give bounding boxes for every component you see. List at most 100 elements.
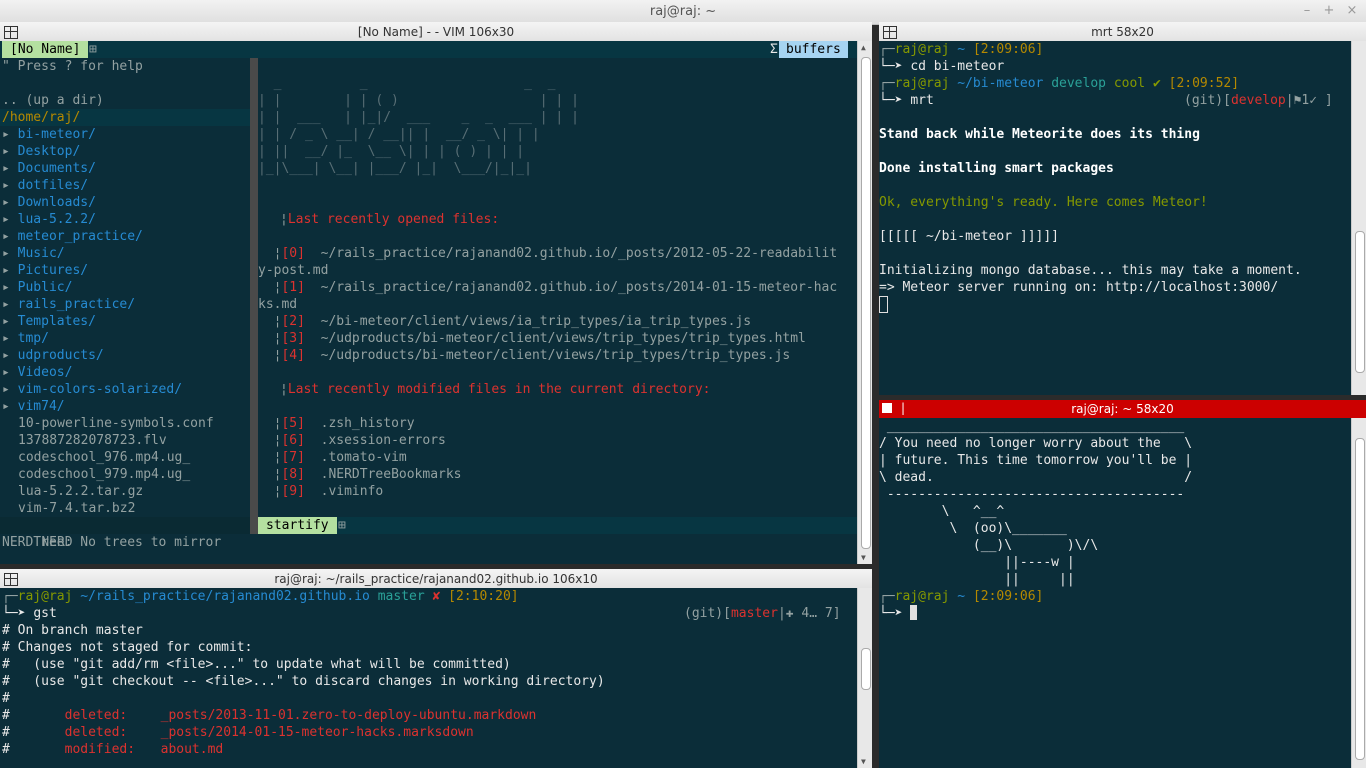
cow-cmd-line[interactable]: └─➤ [879, 605, 1366, 622]
scroll-up-icon[interactable]: ▲ [861, 43, 866, 52]
nerdtree-dir-label: Downloads/ [17, 195, 96, 210]
vim-pane[interactable]: [No Name] ⊞ Σ buffers " Press ? for help… [0, 41, 872, 564]
status-separator-icon: ⊞ [338, 518, 346, 533]
entry-gutter: ¦ [258, 416, 282, 431]
nerdtree-updir[interactable]: .. (up a dir) [0, 92, 250, 109]
mrt-cmd-2: └─➤ mrt (git)[develop|⚑1✓ ] [879, 93, 1333, 108]
vim-tab-current[interactable]: [No Name] [2, 41, 89, 58]
nerdtree-dir[interactable]: ▸ Desktop/ [0, 143, 250, 160]
git-change-file: _posts/2014-01-15-meteor-hacks.marksdown [160, 725, 474, 740]
nerdtree-file[interactable]: codeschool_976.mp4.ug_ [0, 449, 250, 466]
git-pane[interactable]: ┌─raj@raj ~/rails_practice/rajanand02.gi… [0, 588, 872, 768]
chevron-right-icon: ▸ [2, 314, 18, 329]
startify-entry[interactable]: ¦[2] ~/bi-meteor/client/views/ia_trip_ty… [258, 313, 837, 330]
nerdtree-dir[interactable]: ▸ Videos/ [0, 364, 250, 381]
nerdtree-dir-label: rails_practice/ [17, 297, 136, 312]
git-pane-title: raj@raj: ~/rails_practice/rajanand02.git… [274, 572, 598, 586]
scroll-thumb[interactable] [1355, 438, 1365, 760]
nerdtree-dir[interactable]: ▸ Pictures/ [0, 262, 250, 279]
scroll-thumb[interactable] [861, 57, 871, 549]
nerdtree-dir[interactable]: ▸ Music/ [0, 245, 250, 262]
nerdtree-file[interactable]: vim-7.4.tar.bz2 [0, 500, 250, 517]
close-button[interactable]: × [1345, 3, 1359, 18]
nerdtree-dir[interactable]: ▸ vim-colors-solarized/ [0, 381, 250, 398]
startify-entry[interactable]: ¦[9] .viminfo [258, 483, 462, 500]
entry-gutter: ¦ [258, 280, 282, 295]
scroll-thumb[interactable] [1355, 231, 1365, 373]
startify-entry[interactable]: ¦[8] .NERDTreeBookmarks [258, 466, 462, 483]
entry-path: .xsession-errors [320, 433, 446, 448]
cow-pane[interactable]: ______________________________________ / … [879, 418, 1366, 768]
cowsay-line: / You need no longer worry about the \ [879, 436, 1193, 451]
git-output-line: # (use "git checkout -- <file>..." to di… [2, 674, 605, 689]
nerdtree-dir[interactable]: ▸ Documents/ [0, 160, 250, 177]
startify-entry[interactable]: ¦[3] ~/udproducts/bi-meteor/client/views… [258, 330, 837, 347]
nerdtree-dir-label: vim-colors-solarized/ [17, 382, 183, 397]
nerdtree-dir[interactable]: ▸ vim74/ [0, 398, 250, 415]
nerdtree-dir[interactable]: ▸ bi-meteor/ [0, 126, 250, 143]
nerdtree-dir-label: lua-5.2.2/ [17, 212, 96, 227]
entry-gutter: ¦ [258, 467, 282, 482]
startify-entry[interactable]: ¦[5] .zsh_history [258, 415, 462, 432]
mrt-output-1: Stand back while Meteorite does its thin… [879, 127, 1200, 142]
nerdtree-dir[interactable]: ▸ lua-5.2.2/ [0, 211, 250, 228]
nerdtree-dir[interactable]: ▸ dotfiles/ [0, 177, 250, 194]
nerdtree-dir[interactable]: ▸ Templates/ [0, 313, 250, 330]
mrt-scrollbar[interactable] [1351, 41, 1366, 395]
vim-scrollbar[interactable]: ▲ ▼ [857, 41, 872, 564]
startify-entry[interactable]: ¦[7] .tomato-vim [258, 449, 462, 466]
entry-index: [1] [281, 280, 305, 295]
chevron-right-icon: ▸ [2, 331, 18, 346]
buffers-label[interactable]: buffers [779, 41, 848, 58]
startify-status-label: startify [258, 517, 337, 534]
git-pane-titlebar: raj@raj: ~/rails_practice/rajanand02.git… [0, 569, 872, 590]
startify-entry[interactable]: ¦[6] .xsession-errors [258, 432, 462, 449]
git-hash: # [2, 708, 65, 723]
git-scrollbar[interactable]: ▼ [857, 588, 872, 768]
startify-entry[interactable]: y-post.md [258, 262, 837, 279]
nerdtree-file[interactable]: 137887282078723.flv [0, 432, 250, 449]
startify-entry[interactable]: ¦[1] ~/rails_practice/rajanand02.github.… [258, 279, 838, 296]
git-change-kind: deleted: [64, 708, 128, 723]
nerdtree-root[interactable]: /home/raj/ [0, 109, 250, 126]
scroll-down-icon[interactable]: ▼ [861, 757, 866, 766]
startify-entry[interactable]: ¦[0] ~/rails_practice/rajanand02.github.… [258, 245, 838, 262]
startify-entry[interactable]: ¦[4] ~/udproducts/bi-meteor/client/views… [258, 347, 837, 364]
vertical-split[interactable] [250, 58, 258, 534]
entry-index: [6] [281, 433, 305, 448]
nerdtree-dir[interactable]: ▸ udproducts/ [0, 347, 250, 364]
nerdtree-file[interactable]: lua-5.2.2.tar.gz [0, 483, 250, 500]
git-output-line: # (use "git add/rm <file>..." to update … [2, 657, 511, 672]
mrt-pane[interactable]: ┌─raj@raj ~ [2:09:06] └─➤ cd bi-meteor ┌… [879, 41, 1366, 395]
git-hash: # [2, 742, 65, 757]
minimize-button[interactable]: – [1300, 3, 1314, 18]
git-change-file: about.md [160, 742, 224, 757]
startify-entry[interactable]: ks.md [258, 296, 837, 313]
nerdtree-dir[interactable]: ▸ meteor_practice/ [0, 228, 250, 245]
nerdtree-file-label: codeschool_979.mp4.ug_ [18, 467, 191, 482]
maximize-button[interactable]: + [1322, 3, 1336, 18]
nerdtree-dir[interactable]: ▸ Public/ [0, 279, 250, 296]
chevron-right-icon: ▸ [2, 399, 18, 414]
nerdtree-panel[interactable]: " Press ? for help .. (up a dir) /home/r… [0, 58, 250, 517]
scroll-thumb[interactable] [861, 648, 871, 690]
nerdtree-dir[interactable]: ▸ tmp/ [0, 330, 250, 347]
nerdtree-file[interactable]: codeschool_979.mp4.ug_ [0, 466, 250, 483]
nerdtree-file[interactable]: 10-powerline-symbols.conf [0, 415, 250, 432]
mrt-output-3: Ok, everything's ready. Here comes Meteo… [879, 195, 1208, 210]
nerdtree-file-label: lua-5.2.2.tar.gz [18, 484, 144, 499]
mrt-pane-titlebar: mrt 58x20 [879, 22, 1366, 43]
startify-panel[interactable]: _ _ _ _ | | | | ( ) | | | | | ___ | |_|/ _… [258, 58, 858, 517]
cow-scrollbar[interactable] [1351, 418, 1366, 768]
chevron-right-icon: ▸ [2, 263, 18, 278]
sigma-icon: Σ [770, 42, 778, 57]
window-title: raj@raj: ~ [649, 4, 717, 19]
nerdtree-dir[interactable]: ▸ Downloads/ [0, 194, 250, 211]
entry-path: ks.md [258, 297, 298, 312]
entry-index: [7] [281, 450, 305, 465]
chevron-right-icon: ▸ [2, 161, 18, 176]
entry-gutter: ¦ [258, 246, 282, 261]
nerdtree-dir[interactable]: ▸ rails_practice/ [0, 296, 250, 313]
scroll-down-icon[interactable]: ▼ [861, 553, 866, 562]
git-command-line: └─➤ gst (git)[master|✚ 4… 7] [2, 606, 841, 621]
